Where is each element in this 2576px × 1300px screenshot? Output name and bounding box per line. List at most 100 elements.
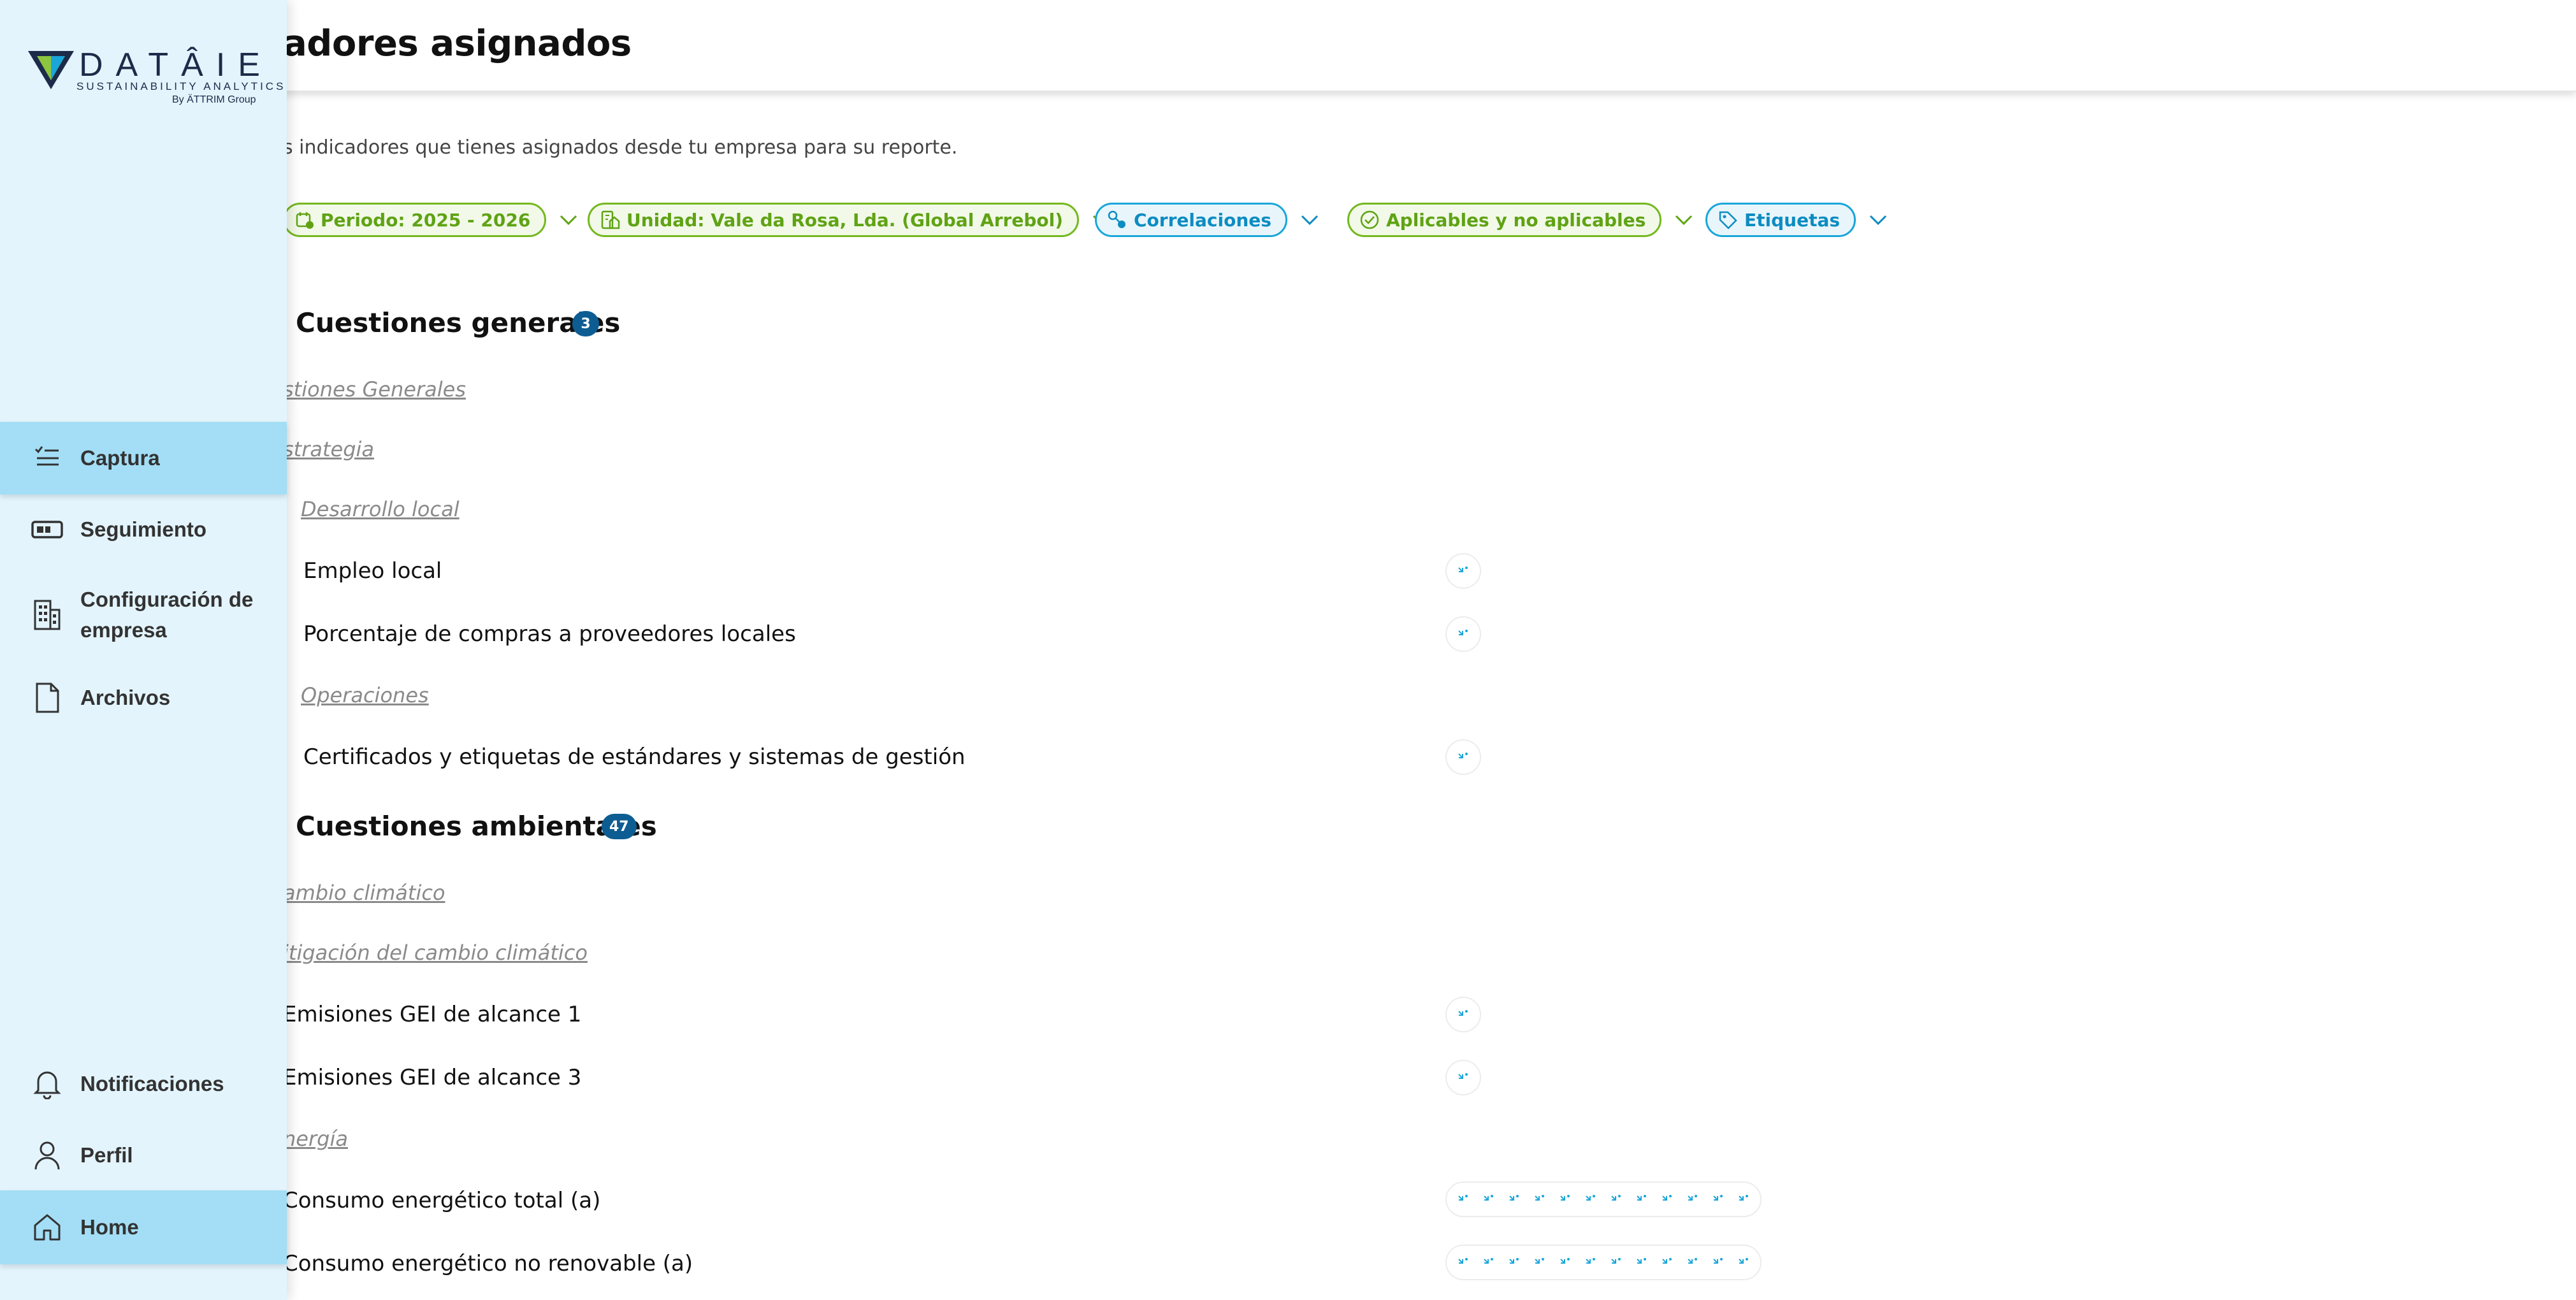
nav-item-seguimiento[interactable]: Seguimiento xyxy=(0,495,287,565)
status-dot-icon[interactable] xyxy=(1630,1188,1653,1211)
subcategory-link[interactable]: Operaciones xyxy=(301,683,429,707)
file-icon xyxy=(31,681,64,714)
filter-aplicables-pill[interactable]: Aplicables y no aplicables xyxy=(1347,203,1662,237)
filter-correlaciones-label: Correlaciones xyxy=(1134,209,1271,231)
status-dot-group[interactable] xyxy=(1445,1181,1762,1217)
indicator-row[interactable]: Empleo local xyxy=(303,558,442,584)
status-dot-icon[interactable] xyxy=(1452,560,1475,582)
filter-etiquetas-label: Etiquetas xyxy=(1744,209,1841,231)
status-dot-icon[interactable] xyxy=(1452,1003,1475,1026)
filter-periodo-pill[interactable]: Periodo: 2025 - 2026 xyxy=(283,203,547,237)
status-dot-icon[interactable] xyxy=(1732,1251,1755,1274)
nav-item-notificaciones[interactable]: Notificaciones xyxy=(0,1049,287,1119)
status-dot-icon[interactable] xyxy=(1477,1251,1500,1274)
status-dot-group[interactable] xyxy=(1445,553,1481,589)
sidebar: DATÂIE SUSTAINABILITY ANALYTICS By ÄTTRI… xyxy=(0,0,287,1300)
status-dot-icon[interactable] xyxy=(1477,1188,1500,1211)
building-icon xyxy=(600,210,620,230)
filter-unidad[interactable]: Unidad: Vale da Rosa, Lda. (Global Arreb… xyxy=(588,202,1111,238)
category-link[interactable]: ambio climático xyxy=(283,881,445,905)
filter-etiquetas[interactable]: Etiquetas xyxy=(1705,202,1888,238)
chevron-down-icon[interactable] xyxy=(1869,213,1888,226)
indicator-row[interactable]: Consumo energético total (a) xyxy=(283,1188,600,1213)
filter-unidad-pill[interactable]: Unidad: Vale da Rosa, Lda. (Global Arreb… xyxy=(588,203,1080,237)
status-dot-icon[interactable] xyxy=(1528,1251,1551,1274)
chevron-down-icon[interactable] xyxy=(1300,213,1319,226)
nav-label: Notificaciones xyxy=(80,1072,224,1095)
section-title-generales: Cuestiones generales xyxy=(296,307,621,338)
filter-periodo[interactable]: Periodo: 2025 - 2026 xyxy=(283,202,578,238)
correlation-icon xyxy=(1107,210,1127,230)
filter-correlaciones[interactable]: Correlaciones xyxy=(1095,202,1319,238)
filter-etiquetas-pill[interactable]: Etiquetas xyxy=(1705,203,1856,237)
logo-by-line: By ÄTTRIM Group xyxy=(172,94,256,105)
filter-periodo-label: Periodo: 2025 - 2026 xyxy=(321,209,531,231)
status-dot-group[interactable] xyxy=(1445,1245,1762,1280)
status-dot-icon[interactable] xyxy=(1707,1188,1730,1211)
nav-item-archivos[interactable]: Archivos xyxy=(0,663,287,733)
filter-aplicables[interactable]: Aplicables y no aplicables xyxy=(1347,202,1693,238)
nav-label: Captura xyxy=(80,446,160,470)
check-circle-icon xyxy=(1359,210,1380,230)
status-dot-icon[interactable] xyxy=(1605,1251,1628,1274)
status-dot-icon[interactable] xyxy=(1681,1188,1704,1211)
status-dot-icon[interactable] xyxy=(1630,1251,1653,1274)
status-dot-icon[interactable] xyxy=(1452,1251,1475,1274)
status-dot-icon[interactable] xyxy=(1656,1188,1679,1211)
nav-item-perfil[interactable]: Perfil xyxy=(0,1120,287,1190)
nav-label: Seguimiento xyxy=(80,517,207,541)
status-dot-icon[interactable] xyxy=(1528,1188,1551,1211)
indicator-row[interactable]: Certificados y etiquetas de estándares y… xyxy=(303,744,966,770)
logo-mark-icon xyxy=(28,51,74,89)
building-icon xyxy=(31,598,64,632)
datiae-logo[interactable]: DATÂIE SUSTAINABILITY ANALYTICS By ÄTTRI… xyxy=(28,46,283,116)
status-dot-icon[interactable] xyxy=(1503,1188,1526,1211)
status-dot-icon[interactable] xyxy=(1452,746,1475,769)
indicator-row[interactable]: Porcentaje de compras a proveedores loca… xyxy=(303,621,796,647)
status-dot-icon[interactable] xyxy=(1707,1251,1730,1274)
status-dot-icon[interactable] xyxy=(1452,1188,1475,1211)
status-dot-icon[interactable] xyxy=(1452,623,1475,646)
count-badge: 47 xyxy=(602,814,637,839)
logo-tagline: SUSTAINABILITY ANALYTICS xyxy=(76,80,286,92)
status-dot-group[interactable] xyxy=(1445,997,1481,1032)
nav-item-captura[interactable]: Captura xyxy=(0,422,287,495)
subcategory-link[interactable]: Desarrollo local xyxy=(301,497,459,521)
logo-wordmark: DATÂIE xyxy=(79,47,273,83)
category-link[interactable]: stiones Generales xyxy=(283,377,466,401)
page-title: adores asignados xyxy=(283,23,632,64)
chevron-down-icon[interactable] xyxy=(1674,213,1693,226)
status-dot-icon[interactable] xyxy=(1605,1188,1628,1211)
status-dot-group[interactable] xyxy=(1445,739,1481,775)
filter-aplicables-label: Aplicables y no aplicables xyxy=(1386,209,1646,231)
indicator-row[interactable]: Consumo energético no renovable (a) xyxy=(283,1251,693,1276)
calendar-icon xyxy=(295,210,314,229)
page-subtitle: s indicadores que tienes asignados desde… xyxy=(283,136,958,159)
status-dot-icon[interactable] xyxy=(1503,1251,1526,1274)
checklist-icon xyxy=(31,442,64,475)
user-icon xyxy=(31,1139,64,1172)
progress-icon xyxy=(31,513,64,546)
category-link[interactable]: itigación del cambio climático xyxy=(283,941,588,965)
nav-item-home[interactable]: Home xyxy=(0,1190,287,1264)
status-dot-icon[interactable] xyxy=(1681,1251,1704,1274)
status-dot-group[interactable] xyxy=(1445,1060,1481,1095)
indicator-row[interactable]: Emisiones GEI de alcance 3 xyxy=(283,1065,581,1090)
status-dot-icon[interactable] xyxy=(1579,1188,1602,1211)
indicator-row[interactable]: Emisiones GEI de alcance 1 xyxy=(283,1002,581,1027)
status-dot-group[interactable] xyxy=(1445,616,1481,652)
nav-label: Perfil xyxy=(80,1143,133,1167)
nav-item-configuracion[interactable]: Configuración de empresa xyxy=(0,574,287,656)
status-dot-icon[interactable] xyxy=(1732,1188,1755,1211)
status-dot-icon[interactable] xyxy=(1656,1251,1679,1274)
status-dot-icon[interactable] xyxy=(1452,1066,1475,1089)
status-dot-icon[interactable] xyxy=(1554,1251,1577,1274)
category-link[interactable]: strategia xyxy=(283,437,374,461)
category-link[interactable]: nergía xyxy=(283,1127,348,1151)
filter-correlaciones-pill[interactable]: Correlaciones xyxy=(1095,203,1287,237)
status-dot-icon[interactable] xyxy=(1579,1251,1602,1274)
status-dot-icon[interactable] xyxy=(1554,1188,1577,1211)
nav-label: Home xyxy=(80,1215,139,1239)
nav-label: Archivos xyxy=(80,686,171,709)
chevron-down-icon[interactable] xyxy=(559,213,578,226)
